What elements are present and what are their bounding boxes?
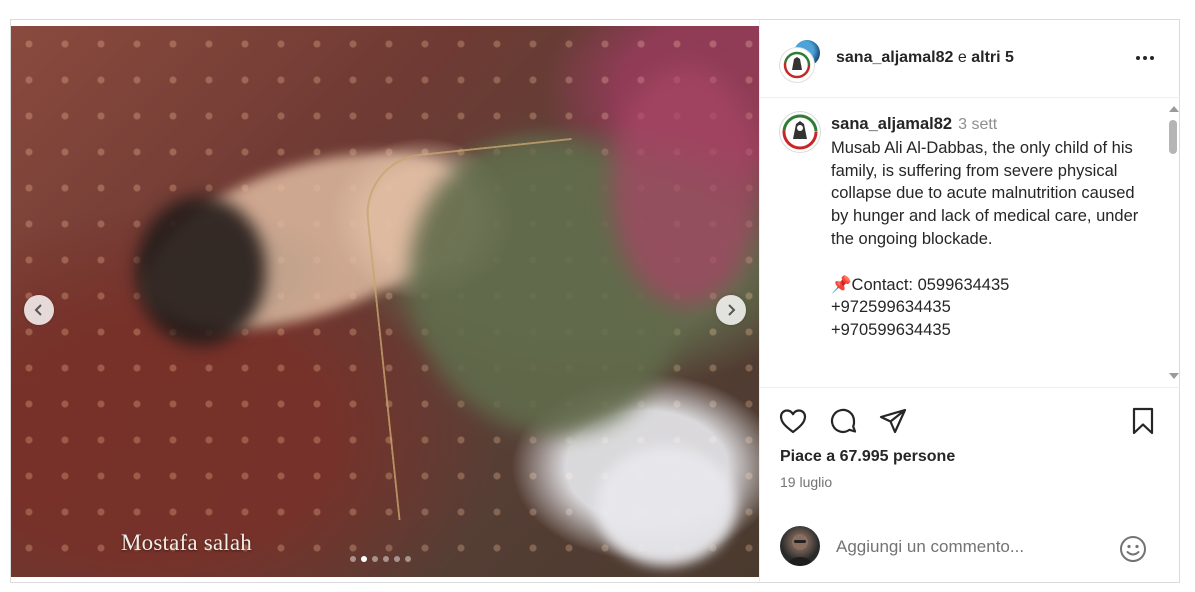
scroll-up-icon[interactable]: [1169, 106, 1179, 112]
caption-text: Musab Ali Al-Dabbas, the only child of h…: [831, 138, 1139, 340]
comment-icon[interactable]: [828, 406, 858, 436]
heart-icon[interactable]: [778, 406, 808, 436]
post-sidebar: sana_aljamal82 e altri 5 sana_aljamal82 …: [759, 20, 1180, 582]
emoji-icon[interactable]: [1118, 534, 1148, 564]
avatar: [780, 526, 820, 566]
collab-avatars[interactable]: [780, 38, 824, 82]
post-header: sana_aljamal82 e altri 5: [760, 20, 1180, 98]
actions-section: Piace a 67.995 persone 19 luglio: [760, 387, 1180, 583]
photo-gauze: [596, 446, 736, 566]
caption-scrollbar[interactable]: [1166, 100, 1180, 386]
post-card: Mostafa salah sana_aljamal82 e altri 5 s…: [10, 19, 1180, 583]
avatar[interactable]: [780, 112, 820, 152]
carousel-dot: [405, 556, 411, 562]
scroll-down-icon[interactable]: [1169, 373, 1179, 379]
comment-input[interactable]: [834, 534, 1118, 560]
avatar: [780, 48, 814, 82]
carousel-dot: [372, 556, 378, 562]
chevron-left-icon: [34, 304, 42, 316]
carousel-dot: [394, 556, 400, 562]
bookmark-icon[interactable]: [1128, 406, 1158, 436]
comment-row: [760, 510, 1180, 582]
post-date[interactable]: 19 luglio: [780, 474, 832, 490]
carousel-dots: [350, 556, 411, 562]
header-others[interactable]: altri 5: [971, 49, 1014, 66]
likes-count[interactable]: Piace a 67.995 persone: [780, 448, 955, 466]
header-usernames: sana_aljamal82 e altri 5: [836, 49, 1014, 67]
carousel-next-button[interactable]: [716, 295, 746, 325]
carousel-dot: [350, 556, 356, 562]
carousel-dot: [383, 556, 389, 562]
caption-body: sana_aljamal82 3 sett Musab Ali Al-Dabbas…: [831, 113, 1151, 342]
post-media[interactable]: Mostafa salah: [11, 26, 759, 577]
header-username[interactable]: sana_aljamal82: [836, 49, 953, 66]
scroll-thumb[interactable]: [1169, 120, 1177, 154]
share-icon[interactable]: [878, 406, 908, 436]
carousel-dot: [361, 556, 367, 562]
photo-tube: [360, 137, 610, 521]
chevron-right-icon: [728, 304, 736, 316]
carousel-prev-button[interactable]: [24, 295, 54, 325]
caption-username[interactable]: sana_aljamal82: [831, 115, 952, 133]
more-options-icon[interactable]: [1134, 47, 1156, 69]
photo-watermark: Mostafa salah: [121, 530, 252, 555]
caption-time[interactable]: 3 sett: [958, 116, 997, 133]
photo-hair: [136, 196, 266, 346]
photo-blanket: [611, 66, 759, 306]
header-separator: e: [957, 49, 967, 66]
caption-section: sana_aljamal82 3 sett Musab Ali Al-Dabbas…: [760, 98, 1166, 386]
